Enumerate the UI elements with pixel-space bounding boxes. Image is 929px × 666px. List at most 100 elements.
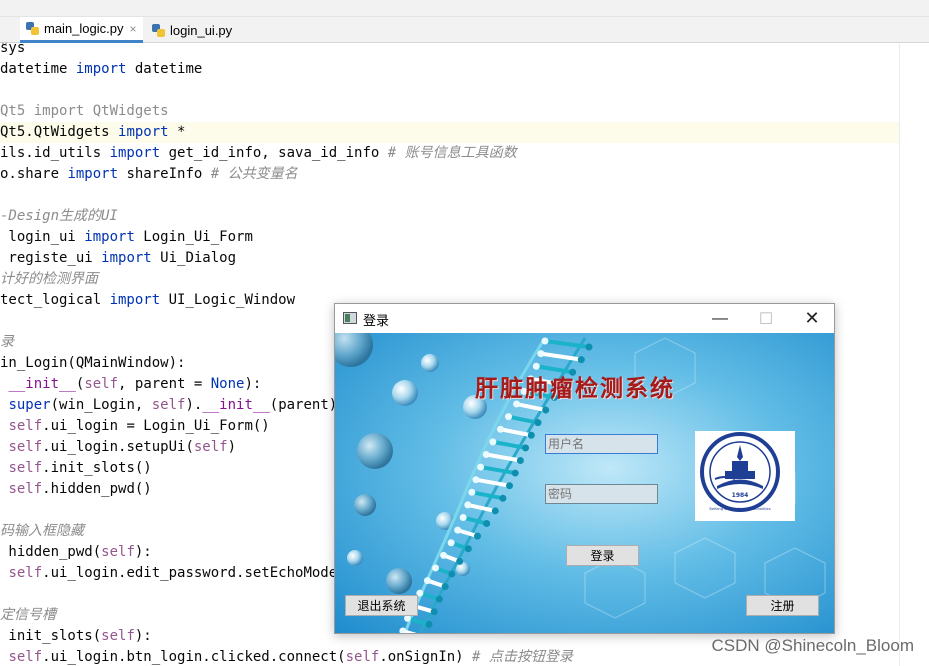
watermark: CSDN @Shinecoln_Bloom <box>711 636 914 655</box>
login-button[interactable]: 登录 <box>566 545 639 566</box>
code-token: 码输入框隐藏 <box>0 523 84 539</box>
code-token: self <box>101 628 135 644</box>
dna-bead <box>425 620 433 628</box>
window-title: 登录 <box>363 313 390 328</box>
dna-bead <box>474 532 482 540</box>
dna-bead <box>472 476 480 484</box>
dna-bead <box>491 507 499 515</box>
dna-bead <box>496 425 504 433</box>
code-token: self <box>193 439 228 455</box>
code-token: ). <box>185 397 203 413</box>
dna-bead <box>456 557 464 565</box>
maximize-button[interactable]: ☐ <box>743 304 789 333</box>
code-token: datetime <box>0 61 76 77</box>
code-token: # 点击按钮登录 <box>472 649 573 665</box>
dna-bead <box>585 343 593 351</box>
right-margin-guide <box>899 44 900 666</box>
dna-bead <box>527 431 535 439</box>
login-window: 登录 — ☐ ✕ 肝脏肿瘤检测系统 用户名 1984 Beifang Unive… <box>334 303 835 634</box>
dna-rung <box>514 402 548 413</box>
dna-bead <box>440 551 448 559</box>
code-token: Ui_Dialog <box>151 250 237 266</box>
code-line: sys <box>0 38 900 59</box>
code-token: shareInfo <box>118 166 211 182</box>
code-token: import <box>67 166 119 182</box>
code-line: registe_ui import Ui_Dialog <box>0 248 900 269</box>
code-token: .ui_login.btn_login.clicked.connect( <box>42 649 346 665</box>
dna-bead <box>432 564 440 572</box>
code-token: ): <box>134 544 152 560</box>
code-token: .hidden_pwd() <box>42 481 152 497</box>
code-token: self <box>8 439 43 455</box>
code-token: # 账号信息工具函数 <box>387 145 517 161</box>
dna-bead <box>489 438 497 446</box>
tab-label: login_ui.py <box>170 22 233 38</box>
code-token: 录 <box>0 334 14 350</box>
dna-bead <box>506 482 514 490</box>
dna-bead <box>541 337 549 345</box>
register-button[interactable]: 注册 <box>746 595 819 616</box>
code-token: self <box>151 397 186 413</box>
code-token: self <box>8 418 43 434</box>
code-line: ils.id_utils import get_id_info, sava_id… <box>0 143 900 164</box>
dna-bead <box>522 444 530 452</box>
code-line: datetime import datetime <box>0 59 900 80</box>
code-token: super <box>8 397 51 413</box>
window-titlebar[interactable]: 登录 — ☐ ✕ <box>335 304 834 333</box>
code-token: Qt5.QtWidgets <box>0 124 119 140</box>
dna-bead <box>511 469 519 477</box>
code-token: (win_Login, <box>50 397 152 413</box>
code-token: o.share <box>0 166 68 182</box>
dna-bead <box>448 570 456 578</box>
dna-rung <box>506 414 540 425</box>
app-heading: 肝脏肿瘤检测系统 <box>475 375 675 402</box>
exit-button[interactable]: 退出系统 <box>345 595 418 616</box>
code-token: ) <box>227 439 237 455</box>
app-window-icon <box>343 312 357 324</box>
dna-bead <box>447 539 455 547</box>
dna-bead <box>537 350 545 358</box>
dna-rung <box>469 490 505 501</box>
code-token: import <box>118 124 169 140</box>
code-token: self <box>8 649 43 665</box>
svg-text:Beifang University of National: Beifang University of Nationalities <box>709 507 770 511</box>
code-token: import <box>109 145 161 161</box>
code-token: import <box>75 61 127 77</box>
dna-rung <box>461 515 489 526</box>
dna-bead <box>454 526 462 534</box>
dna-rung <box>473 477 512 488</box>
dna-bead <box>468 488 476 496</box>
dna-bead <box>542 406 550 414</box>
code-token: .onSignIn) <box>379 649 473 665</box>
code-token: .init_slots() <box>42 460 152 476</box>
code-token: None <box>210 376 245 392</box>
dna-bead <box>577 356 585 364</box>
code-token: 计好的检测界面 <box>0 271 98 287</box>
code-token: .ui_login.setupUi( <box>42 439 194 455</box>
code-token: init_slots( <box>0 628 102 644</box>
code-token: # 公共变量名 <box>210 166 298 182</box>
password-input[interactable] <box>545 484 658 504</box>
username-input[interactable] <box>545 434 658 454</box>
dna-bead <box>430 608 438 616</box>
code-token: self <box>84 376 119 392</box>
dna-bead <box>435 595 443 603</box>
code-line: -Design生成的UI <box>0 206 900 227</box>
code-token: UI_Logic_Window <box>160 292 296 308</box>
code-token: 定信号槽 <box>0 607 56 623</box>
code-token: import <box>84 229 135 245</box>
dna-bead <box>464 545 472 553</box>
ide-top-strip <box>0 0 929 17</box>
close-icon[interactable]: × <box>130 22 137 36</box>
code-token: self <box>8 565 43 581</box>
close-window-button[interactable]: ✕ <box>789 304 835 333</box>
code-token: , parent = <box>118 376 211 392</box>
code-line: login_ui import Login_Ui_Form <box>0 227 900 248</box>
code-token: import <box>109 292 161 308</box>
minimize-button[interactable]: — <box>697 304 743 333</box>
code-token: Login_Ui_Form <box>134 229 253 245</box>
python-file-icon <box>152 23 165 37</box>
dna-bead <box>464 501 472 509</box>
code-token: .ui_login = Login_Ui_Form() <box>42 418 270 434</box>
